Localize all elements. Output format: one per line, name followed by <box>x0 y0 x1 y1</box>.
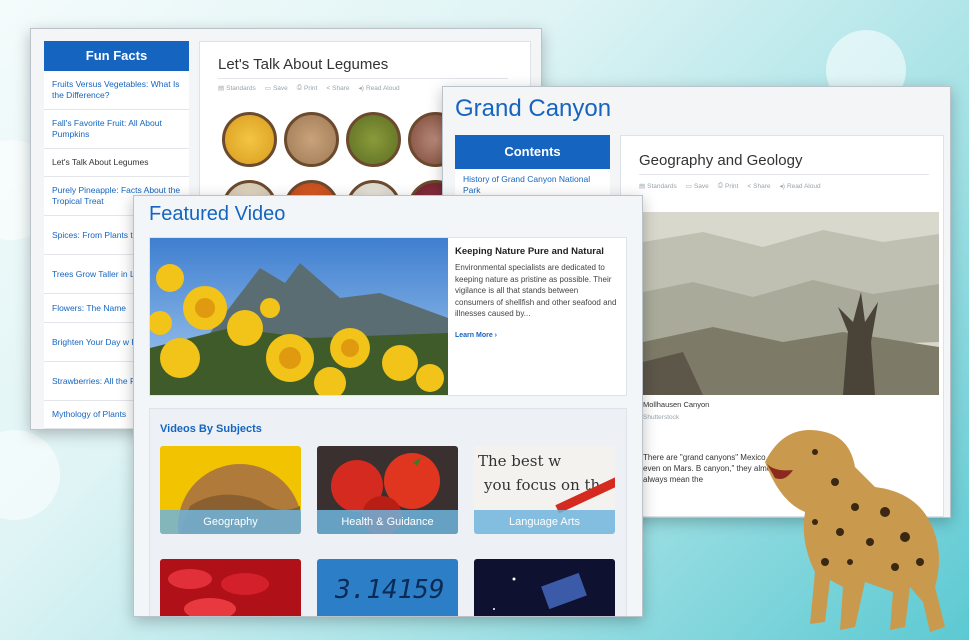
pi-digits: 3.14159 <box>335 575 445 605</box>
sidebar-item[interactable]: Let's Talk About Legumes <box>44 149 189 177</box>
blood-cells-image <box>168 569 269 616</box>
sidebar-item[interactable]: Fruits Versus Vegetables: What Is the Di… <box>44 71 189 110</box>
video-description: Environmental specialists are dedicated … <box>455 263 617 319</box>
read-aloud-button[interactable]: ◂) Read Aloud <box>779 182 821 191</box>
save-icon: ▭ <box>685 183 692 190</box>
image-caption: Mollhausen Canyon <box>643 400 710 409</box>
canyon-illustration <box>643 212 939 395</box>
standards-button[interactable]: ▤ Standards <box>639 182 677 191</box>
bowl-beans <box>284 112 339 167</box>
subjects-heading: Videos By Subjects <box>160 423 262 435</box>
standards-icon: ▤ <box>218 85 225 92</box>
subject-tile-space[interactable] <box>474 559 615 616</box>
leopard-mascot <box>765 430 945 632</box>
featured-video-window: Featured Video Keeping Nature Pure and N… <box>133 195 643 617</box>
share-icon: < <box>747 182 752 190</box>
videos-by-subjects: Videos By Subjects Geography Health & Gu… <box>149 408 627 616</box>
background-bubble <box>0 430 60 520</box>
share-icon: < <box>326 84 331 92</box>
standards-icon: ▤ <box>639 183 646 190</box>
article-title: Let's Talk About Legumes <box>218 56 389 73</box>
print-icon: ⎙ <box>717 182 723 189</box>
subject-tile-science[interactable] <box>160 559 301 616</box>
share-button[interactable]: < Share <box>747 182 770 190</box>
article-title: Geography and Geology <box>639 152 803 169</box>
video-thumbnail[interactable] <box>150 238 448 395</box>
subject-tile-math[interactable]: 3.14159 <box>317 559 458 616</box>
speaker-icon: ◂) <box>358 85 364 92</box>
contents-heading: Contents <box>455 135 610 169</box>
save-button[interactable]: ▭ Save <box>685 182 709 191</box>
fun-facts-heading: Fun Facts <box>44 41 189 71</box>
save-button[interactable]: ▭ Save <box>264 84 288 93</box>
article-toolbar: ▤ Standards ▭ Save ⎙ Print < Share ◂) Read Al… <box>639 182 821 190</box>
satellite-image <box>493 572 587 610</box>
article-toolbar: ▤ Standards ▭ Save ⎙ Print < Share ◂) Read Al… <box>218 84 400 92</box>
standards-button[interactable]: ▤ Standards <box>218 84 256 93</box>
bowl-chickpeas <box>222 112 277 167</box>
subject-tile-language-arts[interactable]: The best w you focus on th Language Arts <box>474 446 615 534</box>
featured-video-title: Featured Video <box>149 203 286 225</box>
print-button[interactable]: ⎙ Print <box>297 84 318 92</box>
speaker-icon: ◂) <box>779 183 785 190</box>
page-title: Grand Canyon <box>455 95 612 122</box>
subject-tile-health[interactable]: Health & Guidance <box>317 446 458 534</box>
video-title: Keeping Nature Pure and Natural <box>455 246 604 257</box>
save-icon: ▭ <box>264 85 271 92</box>
print-button[interactable]: ⎙ Print <box>718 182 739 190</box>
subject-label: Geography <box>160 510 301 534</box>
subject-tile-geography[interactable]: Geography <box>160 446 301 534</box>
handwriting-line-1: The best w <box>478 452 562 470</box>
read-aloud-button[interactable]: ◂) Read Aloud <box>358 84 400 93</box>
image-credit: Shutterstock <box>643 414 680 421</box>
subject-label: Health & Guidance <box>317 510 458 534</box>
bowl-peas <box>346 112 401 167</box>
print-icon: ⎙ <box>296 84 302 91</box>
contents-sidebar: Contents History of Grand Canyon Nationa… <box>455 135 610 202</box>
share-button[interactable]: < Share <box>326 84 349 92</box>
learn-more-link[interactable]: Learn More › <box>455 332 497 339</box>
video-card: Keeping Nature Pure and Natural Environm… <box>149 237 627 396</box>
subject-label: Language Arts <box>474 510 615 534</box>
sidebar-item[interactable]: Fall's Favorite Fruit: All About Pumpkin… <box>44 110 189 149</box>
